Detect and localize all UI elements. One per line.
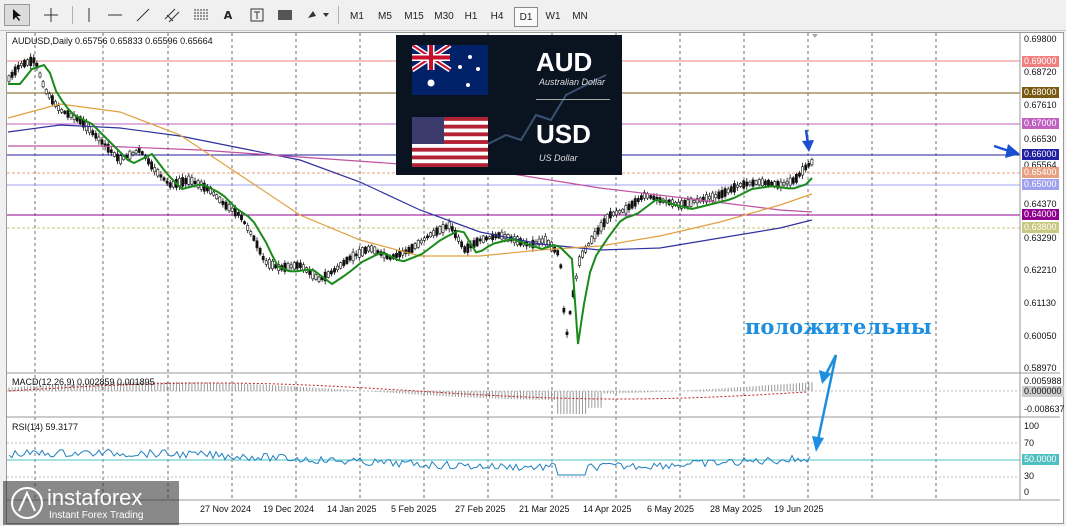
price-tag: 0.64000	[1022, 209, 1059, 220]
annotation-text: положительны	[745, 314, 932, 339]
date-label: 27 Feb 2025	[455, 504, 506, 514]
price-axis-label: 0.66530	[1024, 134, 1057, 144]
date-label: 14 Jan 2025	[327, 504, 377, 514]
price-axis-label: 0.68720	[1024, 67, 1057, 77]
price-axis-label: 0.69800	[1024, 34, 1057, 44]
macd-axis-label: 0.000000	[1022, 386, 1064, 397]
price-axis-label: 0.61130	[1024, 298, 1056, 308]
blue-arrow-rsi-icon	[812, 354, 838, 452]
blue-arrow-right-icon	[993, 144, 1020, 158]
base-currency: AUD	[536, 47, 593, 77]
quote-currency: USD	[536, 119, 591, 149]
quote-currency-name: US Dollar	[539, 153, 578, 163]
base-currency-name: Australian Dollar	[539, 77, 606, 87]
aud-usd-banner: AUD Australian Dollar USD US Dollar	[396, 35, 622, 175]
date-label: 14 Apr 2025	[583, 504, 632, 514]
usa-flag-icon	[412, 117, 488, 167]
price-axis-label: 0.62210	[1024, 265, 1057, 275]
price-tag: 0.63800	[1022, 222, 1059, 233]
price-tag: 0.65400	[1022, 167, 1059, 178]
rsi-line	[8, 448, 811, 476]
price-tag: 0.67000	[1022, 118, 1059, 129]
rsi-axis-label: 100	[1024, 421, 1040, 431]
date-label: 21 Mar 2025	[519, 504, 570, 514]
chart-header: AUDUSD,Daily 0.65756 0.65833 0.65596 0.6…	[12, 36, 213, 46]
price-axis-label: 0.58970	[1024, 363, 1057, 373]
blue-arrow-down-icon	[802, 129, 814, 152]
logo-tagline: Instant Forex Trading	[49, 510, 144, 521]
macd-axis-label: -0.008637	[1024, 404, 1065, 414]
rsi-axis-label: 50.0000	[1022, 454, 1059, 465]
price-tag: 0.65000	[1022, 179, 1059, 190]
shift-marker-icon	[812, 34, 818, 38]
rsi-label: RSI(14) 59.3177	[12, 422, 79, 432]
logo-name: instaforex	[47, 485, 143, 510]
price-tag: 0.69000	[1022, 56, 1059, 67]
rsi-axis-label: 0	[1024, 487, 1030, 497]
date-label: 6 May 2025	[647, 504, 695, 514]
rsi-axis-label: 30	[1024, 471, 1035, 481]
price-axis-label: 0.67610	[1024, 100, 1057, 110]
date-label: 19 Jun 2025	[774, 504, 824, 514]
australia-flag-icon	[412, 45, 488, 95]
date-label: 19 Dec 2024	[263, 504, 315, 514]
price-axis-label: 0.60050	[1024, 331, 1057, 341]
price-tag: 0.68000	[1022, 87, 1059, 98]
instaforex-logo-icon	[11, 487, 43, 519]
date-label: 5 Feb 2025	[391, 504, 437, 514]
date-label: 28 May 2025	[710, 504, 763, 514]
date-label: 27 Nov 2024	[200, 504, 252, 514]
price-tag: 0.66000	[1022, 149, 1059, 160]
rsi-axis-label: 70	[1024, 438, 1035, 448]
macd-label: MACD(12,26,9) 0.002859 0.001895	[12, 377, 155, 387]
instaforex-logo: instaforex Instant Forex Trading	[3, 481, 179, 525]
price-axis-label: 0.63290	[1024, 233, 1057, 243]
